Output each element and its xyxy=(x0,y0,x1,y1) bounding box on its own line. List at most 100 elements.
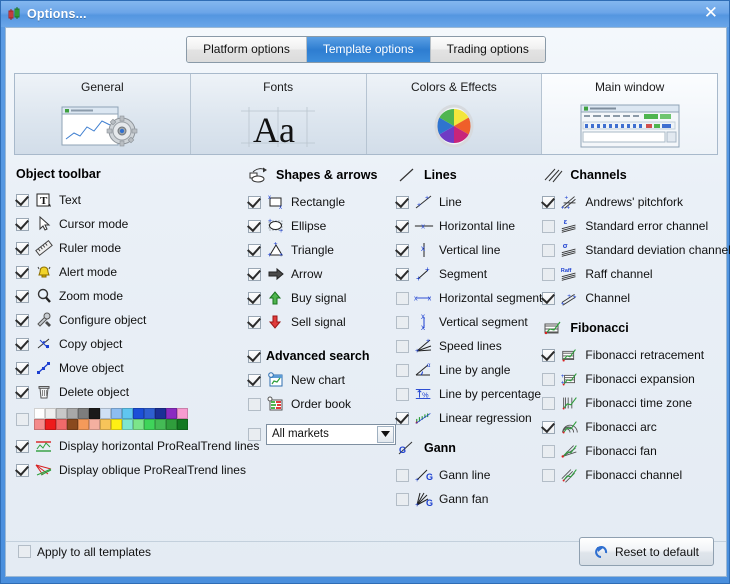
color-swatch[interactable] xyxy=(56,408,67,419)
checkbox-andrews-pitchfork[interactable] xyxy=(542,195,556,209)
checkbox-horizontal-prorealtrend[interactable] xyxy=(16,439,29,453)
color-swatch[interactable] xyxy=(100,419,111,430)
color-swatch[interactable] xyxy=(67,419,78,430)
checkbox-configure-object[interactable] xyxy=(16,313,29,327)
option-row-line[interactable]: + + Line xyxy=(396,190,542,214)
chevron-down-icon[interactable] xyxy=(377,425,394,443)
option-row-arrow[interactable]: Arrow xyxy=(248,262,396,286)
checkbox-zoom-mode[interactable] xyxy=(16,289,29,303)
option-row-line-by-percentage[interactable]: % Line by percentage xyxy=(396,382,542,406)
checkbox-standard-deviation-channel[interactable] xyxy=(542,243,556,257)
option-row-new-chart[interactable]: New chart xyxy=(248,368,396,392)
checkbox-gann-fan[interactable] xyxy=(396,492,409,506)
category-general[interactable]: General xyxy=(15,74,191,154)
color-swatch[interactable] xyxy=(78,408,89,419)
option-row-gann-line[interactable]: + G Gann line xyxy=(396,463,542,487)
color-swatch[interactable] xyxy=(166,419,177,430)
color-swatch[interactable] xyxy=(133,419,144,430)
option-row-alert-mode[interactable]: Alert mode xyxy=(16,260,248,284)
checkbox-fibonacci-arc[interactable] xyxy=(542,420,556,434)
option-row-order-book[interactable]: Order book xyxy=(248,392,396,416)
checkbox-ellipse[interactable] xyxy=(248,219,261,233)
checkbox-line-by-angle[interactable] xyxy=(396,363,409,377)
checkbox-alert-mode[interactable] xyxy=(16,265,29,279)
option-row-speed-lines[interactable]: + + Speed lines xyxy=(396,334,542,358)
checkbox-gann-line[interactable] xyxy=(396,468,409,482)
checkbox-segment[interactable] xyxy=(396,267,409,281)
option-row-copy-object[interactable]: Copy object xyxy=(16,332,248,356)
color-swatch[interactable] xyxy=(155,408,166,419)
option-row-linear-regression[interactable]: Linear regression xyxy=(396,406,542,430)
checkbox-new-chart[interactable] xyxy=(248,373,261,387)
color-swatch[interactable] xyxy=(122,408,133,419)
option-row-horizontal-segment[interactable]: xx Horizontal segment xyxy=(396,286,542,310)
color-swatch[interactable] xyxy=(133,408,144,419)
option-row-advanced-search[interactable]: Advanced search xyxy=(248,344,396,368)
checkbox-fibonacci-channel[interactable] xyxy=(542,468,556,482)
option-row-triangle[interactable]: + + + Triangle xyxy=(248,238,396,262)
market-select[interactable]: All markets xyxy=(266,423,396,445)
checkbox-speed-lines[interactable] xyxy=(396,339,409,353)
color-swatch[interactable] xyxy=(89,408,100,419)
option-row-fibonacci-retracement[interactable]: Fibonacci retracement xyxy=(542,343,720,367)
color-swatch[interactable] xyxy=(111,408,122,419)
option-row-configure-object[interactable]: Configure object xyxy=(16,308,248,332)
color-swatch[interactable] xyxy=(155,419,166,430)
option-row-gann-fan[interactable]: + G Gann fan xyxy=(396,487,542,511)
checkbox-delete-object[interactable] xyxy=(16,385,29,399)
checkbox-horizontal-segment[interactable] xyxy=(396,291,409,305)
tab-trading-options[interactable]: Trading options xyxy=(430,37,545,62)
checkbox-fibonacci-retracement[interactable] xyxy=(542,348,556,362)
color-swatch[interactable] xyxy=(144,408,155,419)
color-swatch[interactable] xyxy=(34,408,45,419)
color-swatch[interactable] xyxy=(111,419,122,430)
checkbox-vertical-line[interactable] xyxy=(396,243,409,257)
option-row-ellipse[interactable]: + + Ellipse xyxy=(248,214,396,238)
option-row-zoom-mode[interactable]: Zoom mode xyxy=(16,284,248,308)
color-swatch[interactable] xyxy=(166,408,177,419)
checkbox-rectangle[interactable] xyxy=(248,195,261,209)
option-row-channel[interactable]: + + + Channel xyxy=(542,286,720,310)
color-swatch[interactable] xyxy=(56,419,67,430)
tab-platform-options[interactable]: Platform options xyxy=(187,37,307,62)
checkbox-horizontal-line[interactable] xyxy=(396,219,409,233)
checkbox-raff-channel[interactable] xyxy=(542,267,556,281)
option-row-standard-deviation-channel[interactable]: σ Standard deviation channel xyxy=(542,238,730,262)
category-fonts[interactable]: Fonts Aa xyxy=(190,74,367,154)
color-swatch[interactable] xyxy=(45,408,56,419)
option-row-market-select[interactable]: All markets xyxy=(248,420,396,448)
option-row-fibonacci-arc[interactable]: Fibonacci arc xyxy=(542,415,720,439)
category-main-window[interactable]: Main window xyxy=(542,74,717,154)
checkbox-fibonacci-expansion[interactable] xyxy=(542,372,556,386)
option-row-oblique-prorealtrend[interactable]: Display oblique ProRealTrend lines xyxy=(16,458,248,482)
checkbox-text[interactable] xyxy=(16,193,29,207)
close-icon[interactable]: ✕ xyxy=(699,4,723,24)
option-row-vertical-line[interactable]: x Vertical line xyxy=(396,238,542,262)
checkbox-line-by-percentage[interactable] xyxy=(396,387,409,401)
color-swatch[interactable] xyxy=(100,408,111,419)
option-row-segment[interactable]: + + Segment xyxy=(396,262,542,286)
option-row-horizontal-prorealtrend[interactable]: Display horizontal ProRealTrend lines xyxy=(16,434,259,458)
color-swatch[interactable] xyxy=(34,419,45,430)
category-colors-effects[interactable]: Colors & Effects xyxy=(366,74,543,154)
checkbox-apply-to-all-templates[interactable] xyxy=(18,545,31,558)
option-row-line-by-angle[interactable]: α Line by angle xyxy=(396,358,542,382)
option-row-cursor-mode[interactable]: Cursor mode xyxy=(16,212,248,236)
checkbox-triangle[interactable] xyxy=(248,243,261,257)
option-row-andrews-pitchfork[interactable]: + + + Andrews' pitchfork xyxy=(542,190,720,214)
option-row-delete-object[interactable]: Delete object xyxy=(16,380,248,404)
option-row-rectangle[interactable]: xx Rectangle xyxy=(248,190,396,214)
option-row-sell-signal[interactable]: Sell signal xyxy=(248,310,396,334)
option-row-standard-error-channel[interactable]: ε Standard error channel xyxy=(542,214,720,238)
tab-template-options[interactable]: Template options xyxy=(306,37,431,62)
checkbox-fibonacci-time-zone[interactable] xyxy=(542,396,556,410)
checkbox-ruler-mode[interactable] xyxy=(16,241,29,255)
checkbox-fibonacci-fan[interactable] xyxy=(542,444,556,458)
checkbox-advanced-search[interactable] xyxy=(248,349,261,363)
checkbox-line[interactable] xyxy=(396,195,409,209)
option-row-fibonacci-fan[interactable]: Fibonacci fan xyxy=(542,439,720,463)
option-row-move-object[interactable]: Move object xyxy=(16,356,248,380)
checkbox-market-select[interactable] xyxy=(248,427,261,441)
checkbox-linear-regression[interactable] xyxy=(396,411,409,425)
option-row-fibonacci-expansion[interactable]: + + Fibonacci expansion xyxy=(542,367,720,391)
